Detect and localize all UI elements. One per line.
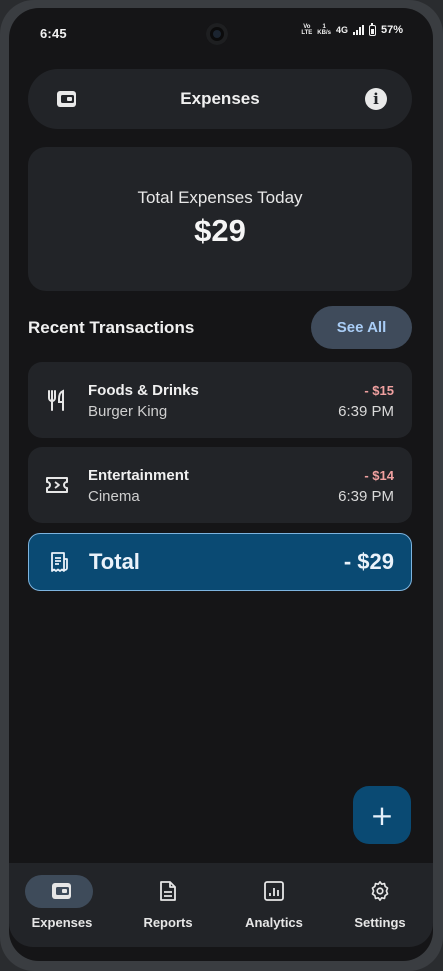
- network-type: 4G: [335, 25, 348, 35]
- transaction-category: Entertainment: [88, 467, 189, 484]
- transaction-item[interactable]: Entertainment Cinema - $14 6:39 PM: [28, 447, 412, 523]
- gear-icon: [327, 880, 433, 902]
- battery-percent: 57%: [380, 24, 403, 36]
- today-summary-card: Total Expenses Today $29: [28, 147, 412, 291]
- app-header: Expenses i: [28, 69, 412, 129]
- receipt-icon: [48, 551, 70, 573]
- page-title: Expenses: [180, 89, 260, 108]
- transaction-merchant: Cinema: [88, 488, 140, 505]
- status-bar: 6:45 Vo LTE 1 KB/s 4G 57%: [9, 8, 433, 58]
- bottom-navigation: Expenses Reports Analytics Settings: [9, 863, 433, 947]
- app-screen: 6:45 Vo LTE 1 KB/s 4G 57% Expenses i Tot…: [9, 8, 433, 961]
- signal-icon: [352, 25, 364, 35]
- transaction-amount: - $14: [364, 468, 394, 483]
- total-card: Total - $29: [28, 533, 412, 591]
- chart-icon: [221, 880, 327, 902]
- transaction-time: 6:39 PM: [338, 403, 394, 420]
- status-time: 6:45: [40, 26, 67, 41]
- device-frame: 6:45 Vo LTE 1 KB/s 4G 57% Expenses i Tot…: [0, 0, 443, 971]
- add-expense-button[interactable]: +: [353, 786, 411, 844]
- volte-indicator: Vo LTE: [301, 24, 312, 36]
- plus-icon: +: [370, 799, 394, 832]
- nav-item-reports[interactable]: Reports: [115, 863, 221, 947]
- summary-amount: $29: [194, 213, 246, 248]
- nav-label: Analytics: [245, 915, 303, 930]
- total-label: Total: [89, 549, 140, 574]
- total-amount: - $29: [343, 549, 394, 574]
- fork-knife-icon: [45, 388, 69, 412]
- front-camera: [206, 23, 228, 45]
- speed-unit: KB/s: [317, 30, 331, 36]
- network-speed: 1 KB/s: [317, 24, 331, 36]
- volte-bottom: LTE: [301, 30, 313, 36]
- nav-item-analytics[interactable]: Analytics: [221, 863, 327, 947]
- see-all-button[interactable]: See All: [311, 306, 412, 349]
- nav-label: Reports: [143, 915, 193, 930]
- nav-label: Settings: [354, 915, 406, 930]
- battery-icon: [368, 22, 376, 36]
- status-icons: Vo LTE 1 KB/s 4G 57%: [301, 22, 403, 36]
- info-icon[interactable]: i: [365, 88, 387, 110]
- recent-transactions-title: Recent Transactions: [28, 318, 195, 337]
- document-icon: [115, 880, 221, 902]
- nav-label: Expenses: [31, 915, 93, 930]
- nav-item-expenses[interactable]: Expenses: [9, 863, 115, 947]
- ticket-icon: [45, 473, 69, 497]
- nav-item-settings[interactable]: Settings: [327, 863, 433, 947]
- transaction-time: 6:39 PM: [338, 488, 394, 505]
- transaction-merchant: Burger King: [88, 403, 168, 420]
- transaction-amount: - $15: [364, 383, 394, 398]
- summary-label: Total Expenses Today: [137, 188, 303, 207]
- transaction-category: Foods & Drinks: [88, 382, 199, 399]
- transaction-item[interactable]: Foods & Drinks Burger King - $15 6:39 PM: [28, 362, 412, 438]
- wallet-icon: [9, 880, 115, 902]
